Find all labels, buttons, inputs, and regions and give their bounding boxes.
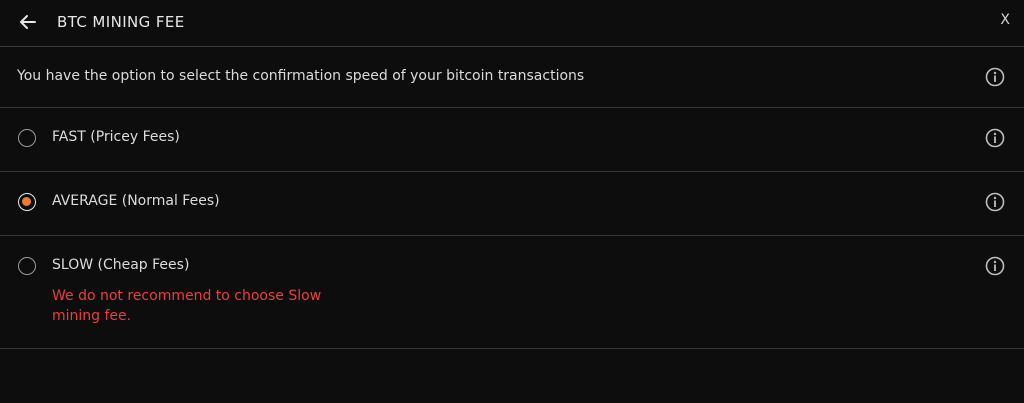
back-button[interactable] — [17, 11, 39, 33]
option-label-slow[interactable]: SLOW (Cheap Fees) — [52, 257, 189, 273]
radio-selected-dot — [22, 197, 31, 206]
option-fast[interactable]: FAST (Pricey Fees) — [0, 108, 1024, 172]
header-bar: BTC MINING FEE X — [0, 0, 1024, 47]
radio-average[interactable] — [18, 193, 36, 211]
arrow-left-icon — [20, 15, 36, 29]
radio-fast[interactable] — [18, 129, 36, 147]
info-icon[interactable] — [985, 256, 1005, 276]
intro-row: You have the option to select the confir… — [0, 47, 1024, 108]
intro-text: You have the option to select the confir… — [17, 68, 585, 84]
page-title: BTC MINING FEE — [57, 13, 185, 31]
option-label-average[interactable]: AVERAGE (Normal Fees) — [52, 193, 220, 209]
info-icon[interactable] — [985, 192, 1005, 212]
slow-fee-warning: We do not recommend to choose Slow minin… — [52, 288, 322, 324]
info-icon[interactable] — [985, 67, 1005, 87]
option-label-fast[interactable]: FAST (Pricey Fees) — [52, 129, 180, 145]
close-button[interactable]: X — [1000, 12, 1010, 28]
radio-slow[interactable] — [18, 257, 36, 275]
option-average[interactable]: AVERAGE (Normal Fees) — [0, 172, 1024, 236]
option-slow[interactable]: SLOW (Cheap Fees) We do not recommend to… — [0, 236, 1024, 349]
info-icon[interactable] — [985, 128, 1005, 148]
